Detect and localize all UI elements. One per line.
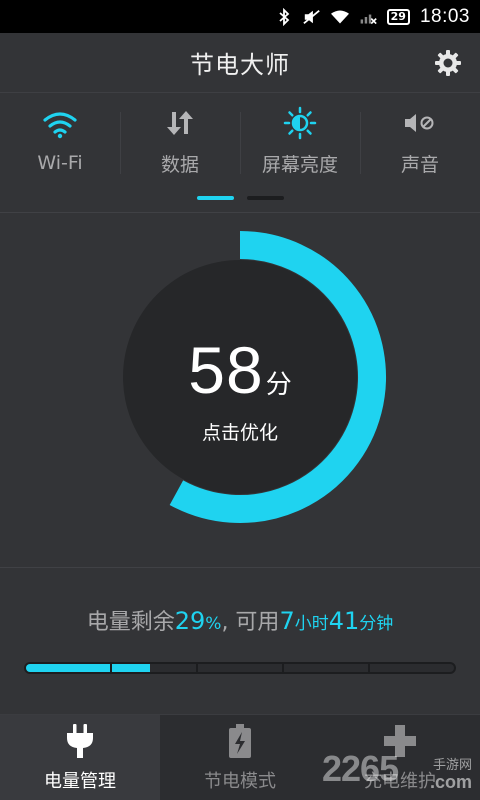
bluetooth-icon bbox=[275, 7, 293, 26]
nav-battery-management[interactable]: 电量管理 bbox=[0, 715, 160, 800]
watermark-tagline: 手游网 bbox=[432, 757, 472, 772]
clock: 18:03 bbox=[419, 5, 470, 27]
gear-icon[interactable] bbox=[434, 49, 462, 77]
available-label: , 可用 bbox=[221, 610, 280, 635]
score-value: 58 bbox=[188, 333, 264, 407]
score-gauge[interactable]: 58分 点击优化 bbox=[0, 214, 480, 566]
percent-sign: % bbox=[205, 614, 222, 634]
status-bar: 29 18:03 bbox=[0, 0, 480, 33]
nav-label: 节电模式 bbox=[204, 770, 276, 792]
score-unit: 分 bbox=[265, 370, 292, 400]
bar-segment bbox=[370, 664, 454, 672]
battery-bolt-icon bbox=[220, 723, 260, 759]
minutes-unit: 分钟 bbox=[359, 614, 394, 634]
battery-level-bar bbox=[24, 662, 456, 674]
plug-icon bbox=[60, 723, 100, 759]
toggle-label: 屏幕亮度 bbox=[261, 153, 338, 176]
minutes-value: 41 bbox=[328, 607, 360, 635]
watermark: 2265 手游网 .com bbox=[322, 748, 472, 796]
battery-percent: 29 bbox=[174, 607, 206, 635]
divider bbox=[0, 212, 480, 213]
optimize-button[interactable]: 点击优化 bbox=[190, 418, 290, 448]
mute-icon bbox=[400, 108, 440, 138]
divider bbox=[0, 567, 480, 568]
battery-prefix: 电量剩余 bbox=[86, 610, 175, 635]
toggle-sound[interactable]: 声音 bbox=[360, 94, 480, 190]
app-header: 节电大师 bbox=[0, 33, 480, 93]
watermark-domain: .com bbox=[429, 772, 472, 792]
score-display: 58分 bbox=[0, 332, 480, 408]
nav-power-saving-mode[interactable]: 节电模式 bbox=[160, 715, 320, 800]
toggle-brightness[interactable]: 屏幕亮度 bbox=[240, 94, 360, 190]
hours-value: 7 bbox=[279, 607, 295, 635]
page-title: 节电大师 bbox=[190, 51, 290, 79]
brightness-icon bbox=[280, 106, 320, 139]
bar-segment bbox=[198, 664, 284, 672]
battery-icon: 29 bbox=[386, 8, 410, 25]
nav-label: 电量管理 bbox=[44, 770, 116, 792]
mute-icon bbox=[302, 8, 321, 26]
battery-remaining-text: 电量剩余29%, 可用7小时41分钟 bbox=[0, 604, 480, 636]
toggle-label: 声音 bbox=[400, 153, 439, 176]
bar-segment bbox=[112, 664, 198, 672]
page-indicator bbox=[0, 196, 480, 200]
page-indicator-active bbox=[197, 196, 234, 200]
toggle-label: 数据 bbox=[160, 153, 199, 176]
hours-unit: 小时 bbox=[294, 614, 329, 634]
data-transfer-icon bbox=[160, 108, 200, 138]
wifi-icon bbox=[40, 110, 80, 140]
watermark-brand: 2265 bbox=[322, 748, 399, 789]
quick-toggles: Wi-Fi 数据 屏幕亮度 声音 bbox=[0, 94, 480, 190]
page-indicator-inactive bbox=[247, 196, 284, 200]
signal-icon bbox=[359, 8, 377, 26]
toggle-data[interactable]: 数据 bbox=[120, 94, 240, 190]
bar-segment bbox=[284, 664, 370, 672]
bar-segment bbox=[26, 664, 112, 672]
wifi-icon bbox=[330, 8, 349, 26]
toggle-wifi[interactable]: Wi-Fi bbox=[0, 94, 120, 190]
toggle-label: Wi-Fi bbox=[37, 152, 83, 174]
